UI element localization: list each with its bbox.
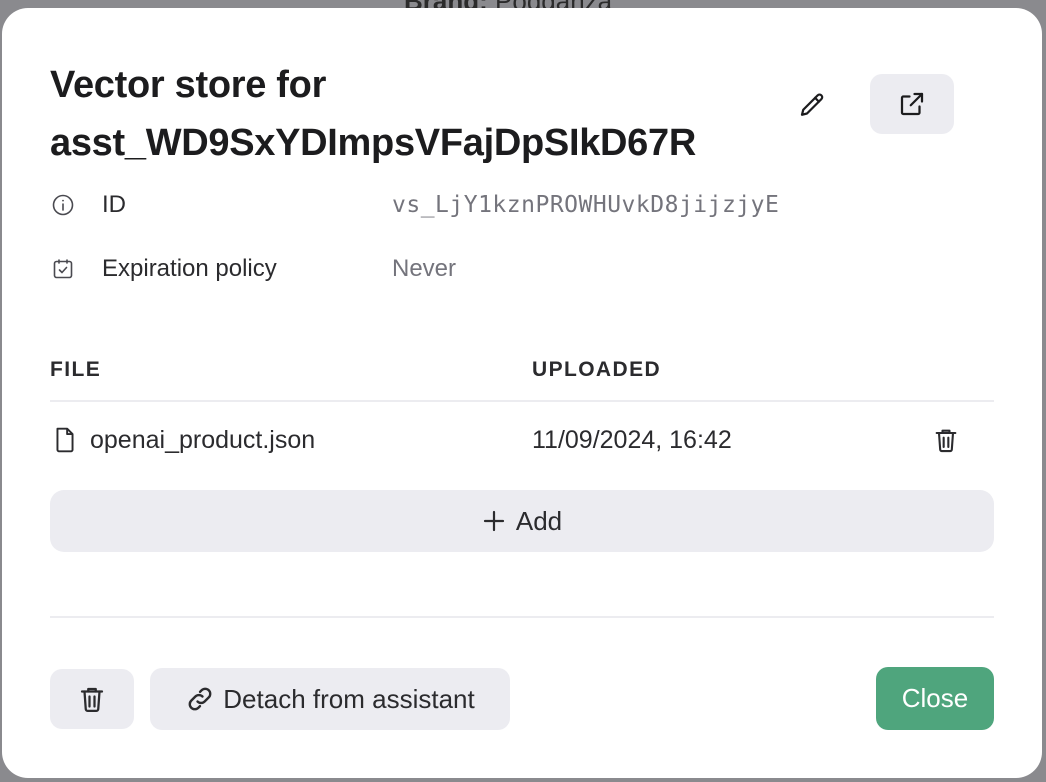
id-row: ID vs_LjY1kznPROWHUvkD8jijzjyE: [50, 189, 779, 221]
external-link-icon: [900, 92, 924, 116]
trash-icon: [935, 429, 957, 453]
open-external-button[interactable]: [870, 74, 954, 134]
file-uploaded-date: 11/09/2024, 16:42: [532, 426, 732, 454]
column-header-file: FILE: [50, 358, 102, 381]
add-label: Add: [515, 505, 563, 536]
trash-icon: [80, 687, 104, 712]
detach-from-assistant-button[interactable]: Detach from assistant: [150, 668, 510, 730]
expiration-label: Expiration policy: [102, 255, 277, 282]
plus-icon: [483, 510, 504, 532]
add-file-button[interactable]: Add: [50, 490, 994, 552]
info-icon: [50, 192, 76, 218]
expiration-value: Never: [392, 255, 457, 282]
delete-vector-store-button[interactable]: [50, 669, 134, 729]
file-name[interactable]: openai_product.json: [90, 426, 315, 455]
close-button[interactable]: Close: [876, 667, 994, 730]
column-header-uploaded: UPLOADED: [532, 358, 662, 381]
expiration-row: Expiration policy Never: [50, 253, 456, 285]
close-label: Close: [901, 683, 969, 713]
id-label: ID: [102, 191, 126, 218]
detach-label: Detach from assistant: [223, 683, 475, 714]
footer-divider: [50, 616, 994, 618]
file-icon: [52, 426, 78, 459]
pencil-icon: [800, 93, 824, 116]
edit-button[interactable]: [782, 78, 842, 134]
delete-file-button[interactable]: [926, 420, 966, 460]
dialog-title: Vector store for asst_WD9SxYDImpsVFajDpS…: [50, 64, 696, 164]
calendar-check-icon: [50, 256, 76, 282]
link-icon: [188, 687, 212, 711]
id-value: vs_LjY1kznPROWHUvkD8jijzjyE: [392, 192, 780, 218]
vector-store-dialog: Vector store for asst_WD9SxYDImpsVFajDpS…: [2, 8, 1042, 778]
table-divider: [50, 400, 994, 402]
table-row: openai_product.json 11/09/2024, 16:42: [50, 414, 994, 466]
